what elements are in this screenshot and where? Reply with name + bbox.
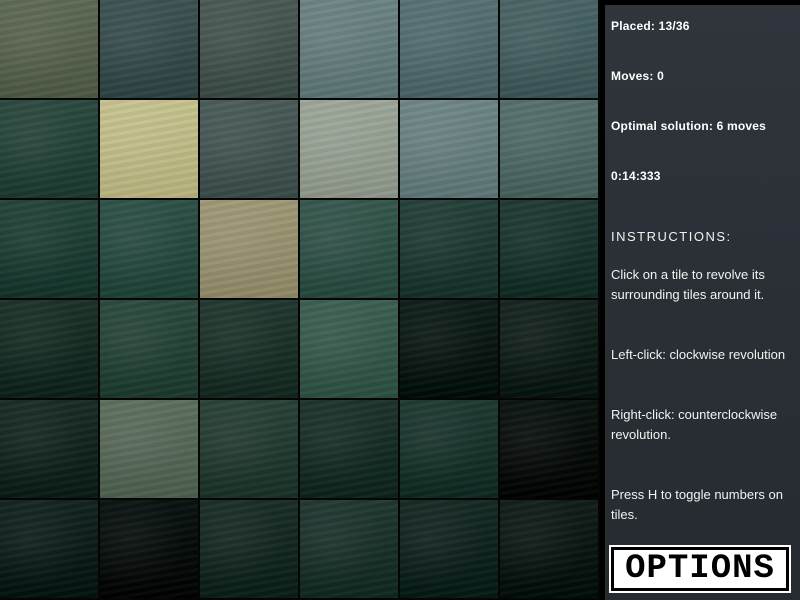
puzzle-tile[interactable] xyxy=(400,0,498,98)
puzzle-tile[interactable] xyxy=(0,300,98,398)
puzzle-tile[interactable] xyxy=(200,500,298,598)
options-button[interactable]: OPTIONS xyxy=(609,545,791,593)
puzzle-tile[interactable] xyxy=(0,400,98,498)
instruction-revolve: Click on a tile to revolve its surroundi… xyxy=(611,267,765,302)
puzzle-tile[interactable] xyxy=(500,300,598,398)
puzzle-tile[interactable] xyxy=(300,400,398,498)
puzzle-board xyxy=(0,0,600,600)
puzzle-tile[interactable] xyxy=(500,0,598,98)
puzzle-tile[interactable] xyxy=(300,100,398,198)
puzzle-tile[interactable] xyxy=(400,300,498,398)
instruction-toggle-numbers: Press H to toggle numbers on tiles. xyxy=(611,487,783,522)
instructions-title: INSTRUCTIONS: xyxy=(611,229,732,244)
puzzle-tile[interactable] xyxy=(100,400,198,498)
puzzle-tile[interactable] xyxy=(200,300,298,398)
puzzle-tile[interactable] xyxy=(300,500,398,598)
puzzle-tile[interactable] xyxy=(0,0,98,98)
options-label: OPTIONS xyxy=(625,550,775,588)
puzzle-tile[interactable] xyxy=(200,100,298,198)
puzzle-tile[interactable] xyxy=(400,500,498,598)
puzzle-tile[interactable] xyxy=(0,100,98,198)
puzzle-tile[interactable] xyxy=(500,400,598,498)
puzzle-tile[interactable] xyxy=(400,400,498,498)
puzzle-tile[interactable] xyxy=(200,400,298,498)
puzzle-tile[interactable] xyxy=(500,200,598,298)
game-screen: Placed: 13/36 Moves: 0 Optimal solution:… xyxy=(0,0,800,600)
puzzle-tile[interactable] xyxy=(500,500,598,598)
info-panel: Placed: 13/36 Moves: 0 Optimal solution:… xyxy=(605,5,800,600)
puzzle-tile[interactable] xyxy=(100,500,198,598)
puzzle-tile[interactable] xyxy=(100,300,198,398)
puzzle-tile[interactable] xyxy=(0,500,98,598)
puzzle-tile[interactable] xyxy=(300,300,398,398)
optimal-solution-text: Optimal solution: 6 moves xyxy=(611,119,767,133)
puzzle-tile[interactable] xyxy=(200,0,298,98)
placed-counter: Placed: 13/36 xyxy=(611,19,690,33)
puzzle-tile[interactable] xyxy=(500,100,598,198)
instruction-right-click: Right-click: counterclockwise revolution… xyxy=(611,407,778,442)
puzzle-tile[interactable] xyxy=(0,200,98,298)
puzzle-tile[interactable] xyxy=(100,200,198,298)
moves-counter: Moves: 0 xyxy=(611,69,664,83)
puzzle-tile[interactable] xyxy=(200,200,298,298)
timer: 0:14:333 xyxy=(611,169,661,183)
puzzle-tile[interactable] xyxy=(100,100,198,198)
puzzle-tile[interactable] xyxy=(400,200,498,298)
instruction-left-click: Left-click: clockwise revolution xyxy=(611,347,786,362)
puzzle-tile[interactable] xyxy=(300,200,398,298)
puzzle-tile[interactable] xyxy=(300,0,398,98)
puzzle-tile[interactable] xyxy=(100,0,198,98)
puzzle-tile[interactable] xyxy=(400,100,498,198)
